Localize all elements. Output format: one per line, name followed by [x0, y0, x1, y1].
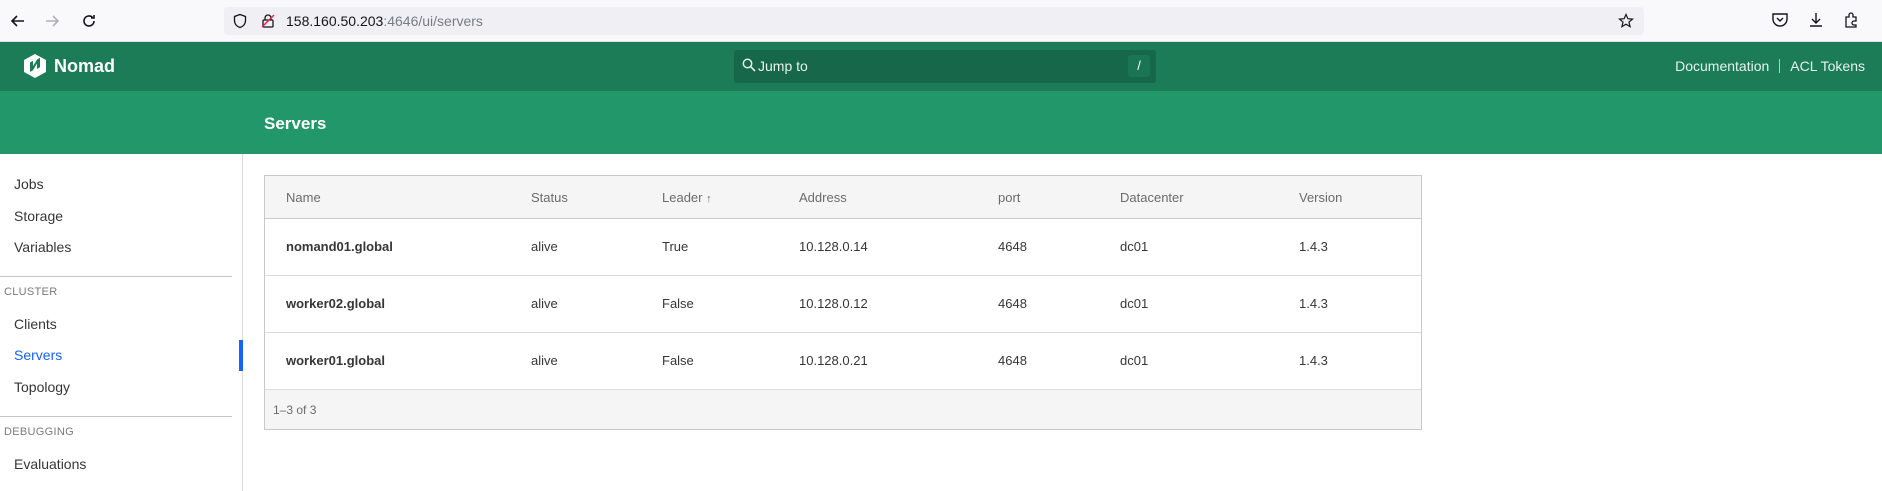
- column-header-datacenter[interactable]: Datacenter: [1120, 190, 1184, 205]
- server-name[interactable]: worker02.global: [286, 296, 385, 311]
- page-header: Servers: [0, 91, 1882, 154]
- sidebar-item-variables[interactable]: Variables: [14, 239, 71, 255]
- sidebar-item-topology[interactable]: Topology: [14, 379, 70, 395]
- app-name: Nomad: [54, 55, 116, 76]
- sidebar-item-storage[interactable]: Storage: [14, 208, 63, 224]
- sidebar-divider: [0, 416, 232, 417]
- server-datacenter: dc01: [1120, 353, 1149, 368]
- sort-arrow-icon: ↑: [706, 193, 712, 205]
- sidebar-active-indicator: [239, 340, 243, 371]
- column-header-status[interactable]: Status: [531, 190, 568, 205]
- jump-to-search[interactable]: Jump to /: [734, 50, 1156, 83]
- server-status: alive: [531, 353, 558, 368]
- top-navigation: Nomad Jump to / Documentation ACL Tokens: [0, 42, 1882, 91]
- column-header-name[interactable]: Name: [286, 190, 321, 205]
- download-icon[interactable]: [1806, 10, 1828, 32]
- reload-icon[interactable]: [77, 9, 101, 33]
- server-version: 1.4.3: [1299, 353, 1328, 368]
- server-leader: False: [662, 296, 694, 311]
- server-status: alive: [531, 296, 558, 311]
- extensions-icon[interactable]: [1842, 10, 1864, 32]
- shield-icon[interactable]: [232, 13, 248, 29]
- server-datacenter: dc01: [1120, 296, 1149, 311]
- server-name[interactable]: worker01.global: [286, 353, 385, 368]
- server-datacenter: dc01: [1120, 239, 1149, 254]
- search-placeholder: Jump to: [758, 58, 808, 74]
- pagination-info: 1–3 of 3: [273, 403, 317, 417]
- column-header-leader[interactable]: Leader ↑: [662, 190, 712, 205]
- nomad-logo-icon: [24, 54, 46, 78]
- bookmark-star-icon[interactable]: [1618, 13, 1634, 29]
- page-title: Servers: [264, 114, 327, 133]
- server-status: alive: [531, 239, 558, 254]
- column-header-address[interactable]: Address: [799, 190, 847, 205]
- acl-tokens-link[interactable]: ACL Tokens: [1790, 58, 1865, 74]
- server-leader: True: [662, 239, 689, 254]
- server-address: 10.128.0.14: [799, 239, 868, 254]
- insecure-lock-icon[interactable]: [260, 13, 276, 29]
- servers-table: Name Status Leader ↑ Address port Datace…: [264, 175, 1422, 430]
- sidebar-item-servers[interactable]: Servers: [14, 347, 62, 363]
- search-icon: [742, 58, 758, 74]
- sidebar: Jobs Storage Variables CLUSTER Clients S…: [0, 154, 243, 491]
- url-host: 158.160.50.203: [286, 13, 384, 29]
- column-header-version[interactable]: Version: [1299, 190, 1342, 205]
- column-header-port[interactable]: port: [998, 190, 1020, 205]
- sidebar-item-clients[interactable]: Clients: [14, 316, 57, 332]
- server-name[interactable]: nomand01.global: [286, 239, 393, 254]
- server-version: 1.4.3: [1299, 239, 1328, 254]
- search-shortcut-key: /: [1128, 55, 1150, 77]
- table-footer: 1–3 of 3: [265, 390, 1421, 429]
- nomad-logo[interactable]: Nomad: [24, 54, 115, 78]
- sidebar-item-jobs[interactable]: Jobs: [14, 176, 44, 192]
- url-path: :4646/ui/servers: [383, 13, 483, 29]
- table-row[interactable]: worker02.global alive False 10.128.0.12 …: [265, 276, 1421, 333]
- header-links: Documentation ACL Tokens: [1675, 58, 1865, 74]
- server-address: 10.128.0.12: [799, 296, 868, 311]
- table-header: Name Status Leader ↑ Address port Datace…: [265, 176, 1421, 219]
- column-header-leader-label: Leader: [662, 190, 703, 205]
- table-row[interactable]: nomand01.global alive True 10.128.0.14 4…: [265, 219, 1421, 276]
- sidebar-item-evaluations[interactable]: Evaluations: [14, 456, 86, 472]
- pocket-icon[interactable]: [1770, 10, 1792, 32]
- browser-toolbar: 158.160.50.203:4646/ui/servers: [0, 0, 1882, 42]
- sidebar-divider: [0, 276, 232, 277]
- server-version: 1.4.3: [1299, 296, 1328, 311]
- back-icon[interactable]: [6, 9, 30, 33]
- documentation-link[interactable]: Documentation: [1675, 58, 1769, 74]
- header-link-separator: [1779, 59, 1781, 73]
- url-text: 158.160.50.203:4646/ui/servers: [286, 13, 483, 29]
- server-port: 4648: [998, 353, 1027, 368]
- sidebar-section-cluster: CLUSTER: [4, 286, 58, 298]
- server-leader: False: [662, 353, 694, 368]
- server-port: 4648: [998, 239, 1027, 254]
- table-row[interactable]: worker01.global alive False 10.128.0.21 …: [265, 333, 1421, 390]
- forward-icon[interactable]: [40, 9, 64, 33]
- server-address: 10.128.0.21: [799, 353, 868, 368]
- url-bar[interactable]: 158.160.50.203:4646/ui/servers: [224, 7, 1644, 35]
- sidebar-section-debugging: DEBUGGING: [4, 426, 74, 438]
- server-port: 4648: [998, 296, 1027, 311]
